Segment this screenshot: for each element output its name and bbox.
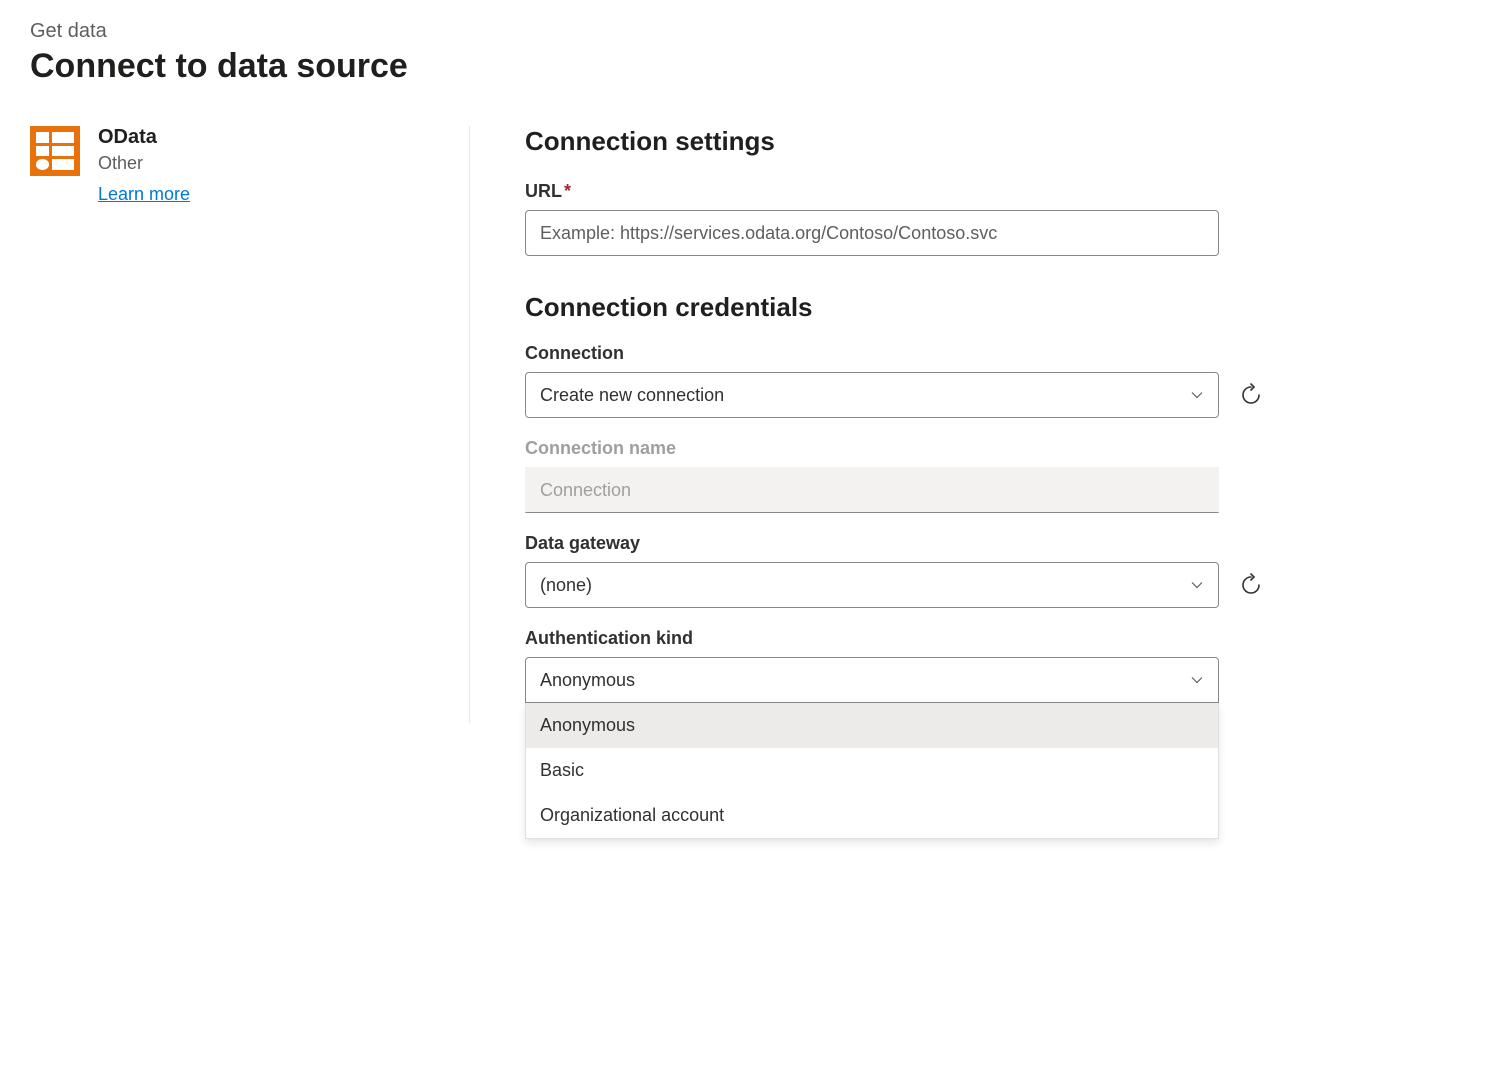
connector-name: OData — [98, 126, 190, 149]
data-gateway-label: Data gateway — [525, 533, 1472, 554]
refresh-gateway-icon[interactable] — [1239, 573, 1263, 597]
dropdown-option-basic[interactable]: Basic — [526, 748, 1218, 793]
url-label: URL* — [525, 181, 1472, 202]
odata-icon — [30, 126, 80, 176]
connection-select[interactable]: Create new connection — [525, 372, 1219, 418]
connection-name-label: Connection name — [525, 438, 1472, 459]
url-input[interactable] — [525, 210, 1219, 256]
authentication-kind-select-wrapper: Anonymous Anonymous Basic Organizational… — [525, 657, 1219, 703]
dropdown-option-anonymous[interactable]: Anonymous — [526, 703, 1218, 748]
connector-category: Other — [98, 153, 190, 174]
connection-credentials-heading: Connection credentials — [525, 292, 1472, 323]
authentication-kind-select[interactable]: Anonymous — [525, 657, 1219, 703]
required-asterisk: * — [564, 181, 571, 201]
data-gateway-select[interactable]: (none) — [525, 562, 1219, 608]
breadcrumb: Get data — [30, 20, 1472, 43]
page-title: Connect to data source — [30, 47, 1472, 86]
connection-settings-heading: Connection settings — [525, 126, 1472, 157]
dropdown-option-organizational[interactable]: Organizational account — [526, 793, 1218, 838]
learn-more-link[interactable]: Learn more — [98, 184, 190, 205]
refresh-connection-icon[interactable] — [1239, 383, 1263, 407]
connector-sidebar: OData Other Learn more — [30, 126, 470, 723]
authentication-kind-label: Authentication kind — [525, 628, 1472, 649]
connection-name-input — [525, 467, 1219, 513]
connector-item-odata: OData Other Learn more — [30, 126, 439, 205]
authentication-kind-dropdown: Anonymous Basic Organizational account — [525, 703, 1219, 839]
connection-label: Connection — [525, 343, 1472, 364]
